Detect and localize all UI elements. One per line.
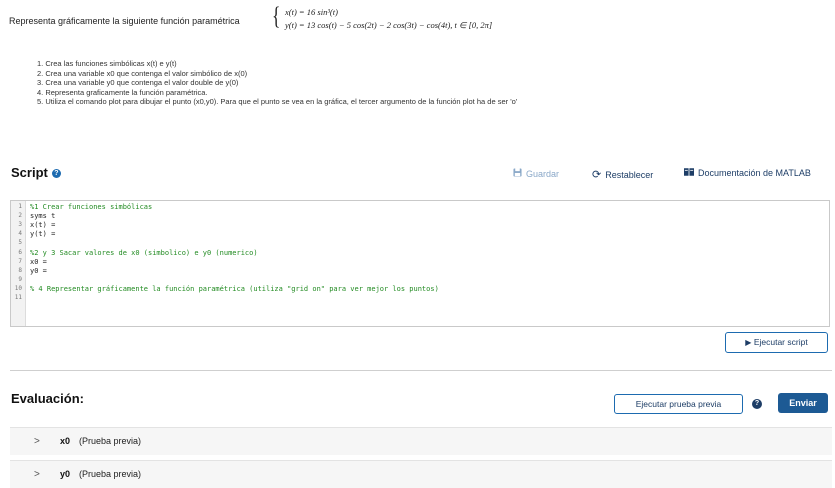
run-preview-test-button[interactable]: Ejecutar prueba previa xyxy=(614,394,743,414)
line-number: 7 xyxy=(18,257,22,265)
save-label: Guardar xyxy=(526,169,560,179)
step-item: 2. Crea una variable x0 que contenga el … xyxy=(37,68,248,78)
step-item: 5. Utiliza el comando plot para dibujar … xyxy=(37,97,518,107)
help-icon[interactable]: ? xyxy=(51,169,61,178)
section-divider xyxy=(10,370,832,371)
test-row[interactable]: > y0 (Prueba previa) xyxy=(10,460,832,488)
reset-button[interactable]: ⟳ Restablecer xyxy=(592,168,653,181)
reset-label: Restablecer xyxy=(605,170,654,180)
code-text: y0 = xyxy=(30,266,47,275)
refresh-icon: ⟳ xyxy=(592,169,602,181)
documentation-link[interactable]: Documentación de MATLAB xyxy=(684,168,811,178)
script-title: Script? xyxy=(11,165,61,180)
test-variable: y0 xyxy=(60,469,71,479)
code-text: %1 Crear funciones simbólicas xyxy=(30,203,153,211)
line-number: 11 xyxy=(14,294,22,301)
line-number: 2 xyxy=(18,212,22,220)
help-icon[interactable]: ? xyxy=(752,399,762,409)
test-note: (Prueba previa) xyxy=(79,469,142,479)
run-script-label: Ejecutar script xyxy=(753,337,808,347)
test-variable: x0 xyxy=(60,436,71,446)
code-text: x0 = xyxy=(30,257,47,266)
step-item: 1. Crea las funciones simbólicas x(t) e … xyxy=(37,59,177,68)
line-number: 8 xyxy=(18,266,22,274)
evaluation-title: Evaluación: xyxy=(11,391,84,406)
line-number: 1 xyxy=(18,203,22,210)
code-text: %2 y 3 Sacar valores de x0 (simbolico) e… xyxy=(30,248,258,257)
step-item: 4. Representa graficamente la función pa… xyxy=(37,87,208,97)
equation-y: y(t) = 13 cos(t) − 5 cos(2t) − 2 cos(3t)… xyxy=(285,20,493,30)
line-number: 3 xyxy=(18,221,22,229)
save-button[interactable]: Guardar xyxy=(513,168,559,179)
documentation-label: Documentación de MATLAB xyxy=(698,168,811,178)
book-icon xyxy=(684,168,694,178)
run-script-button[interactable]: ▶ Ejecutar script xyxy=(725,332,828,353)
line-number: 10 xyxy=(14,284,22,292)
chevron-right-icon[interactable]: > xyxy=(34,436,40,447)
play-icon: ▶ xyxy=(745,338,752,347)
step-item: 3. Crea una variable y0 que contenga el … xyxy=(37,78,239,88)
test-note: (Prueba previa) xyxy=(79,436,142,446)
line-number: 4 xyxy=(18,230,22,238)
chevron-right-icon[interactable]: > xyxy=(34,469,40,480)
floppy-disk-icon xyxy=(513,168,522,179)
test-row[interactable]: > x0 (Prueba previa) xyxy=(10,427,832,455)
script-title-label: Script xyxy=(11,165,48,180)
line-number: 9 xyxy=(18,275,22,283)
code-text: y(t) = xyxy=(30,230,56,239)
submit-button[interactable]: Enviar xyxy=(778,393,828,413)
code-text: syms t xyxy=(30,212,56,221)
problem-intro: Representa gráficamente la siguiente fun… xyxy=(9,16,240,26)
equation-brace: { xyxy=(272,3,281,30)
steps-list: 1. Crea las funciones simbólicas x(t) e … xyxy=(37,59,517,107)
code-text: % 4 Representar gráficamente la función … xyxy=(30,284,439,293)
code-editor[interactable]: 1 %1 Crear funciones simbólicas 2 syms t 3 x(… xyxy=(10,200,830,327)
code-text: x(t) = xyxy=(30,221,56,230)
equation-x: x(t) = 16 sin³(t) xyxy=(285,7,338,17)
line-number: 5 xyxy=(18,239,22,247)
line-number: 6 xyxy=(18,248,22,256)
